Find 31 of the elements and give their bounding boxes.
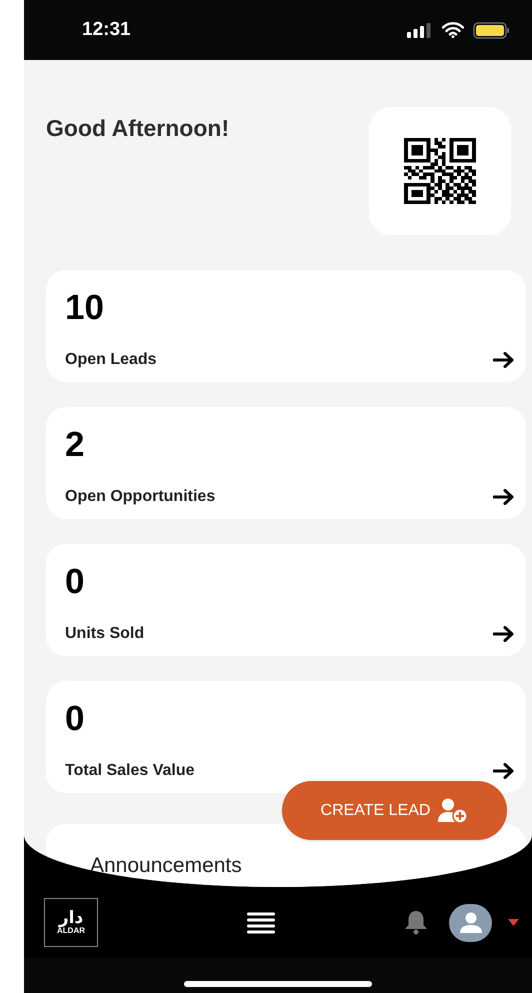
stat-card[interactable]: 0 Units Sold [46, 544, 526, 656]
stat-value: 10 [65, 288, 105, 328]
stat-label: Units Sold [65, 624, 144, 644]
stat-card[interactable]: 2 Open Opportunities [46, 407, 526, 519]
avatar[interactable] [449, 904, 492, 942]
battery-icon [473, 22, 510, 38]
announcements-title: Announcements [90, 854, 242, 877]
stat-value: 0 [65, 562, 86, 602]
greeting-heading: Good Afternoon! [46, 114, 230, 143]
signal-icon [407, 22, 433, 38]
stat-label: Open Opportunities [65, 487, 216, 507]
arrow-right-icon[interactable] [493, 626, 515, 642]
stat-value: 0 [65, 699, 86, 739]
arrow-right-icon[interactable] [493, 763, 515, 779]
stat-card[interactable]: 0 Total Sales Value [46, 681, 526, 793]
bell-icon[interactable] [403, 910, 429, 935]
stat-value: 2 [65, 425, 86, 465]
user-icon [458, 912, 482, 934]
qr-code-button[interactable] [369, 107, 511, 235]
arrow-right-icon[interactable] [493, 489, 515, 505]
stat-label: Total Sales Value [65, 761, 195, 781]
stat-label: Open Leads [65, 350, 157, 370]
qr-code-icon [404, 138, 476, 204]
menu-icon[interactable] [246, 912, 274, 934]
arrow-right-icon[interactable] [493, 352, 515, 368]
stat-card[interactable]: 10 Open Leads [46, 270, 526, 382]
create-lead-button[interactable]: CREATE LEAD [282, 781, 507, 840]
caret-down-icon[interactable] [508, 919, 519, 926]
wifi-icon [442, 22, 464, 38]
add-user-icon [438, 798, 468, 824]
status-time: 12:31 [82, 18, 131, 42]
